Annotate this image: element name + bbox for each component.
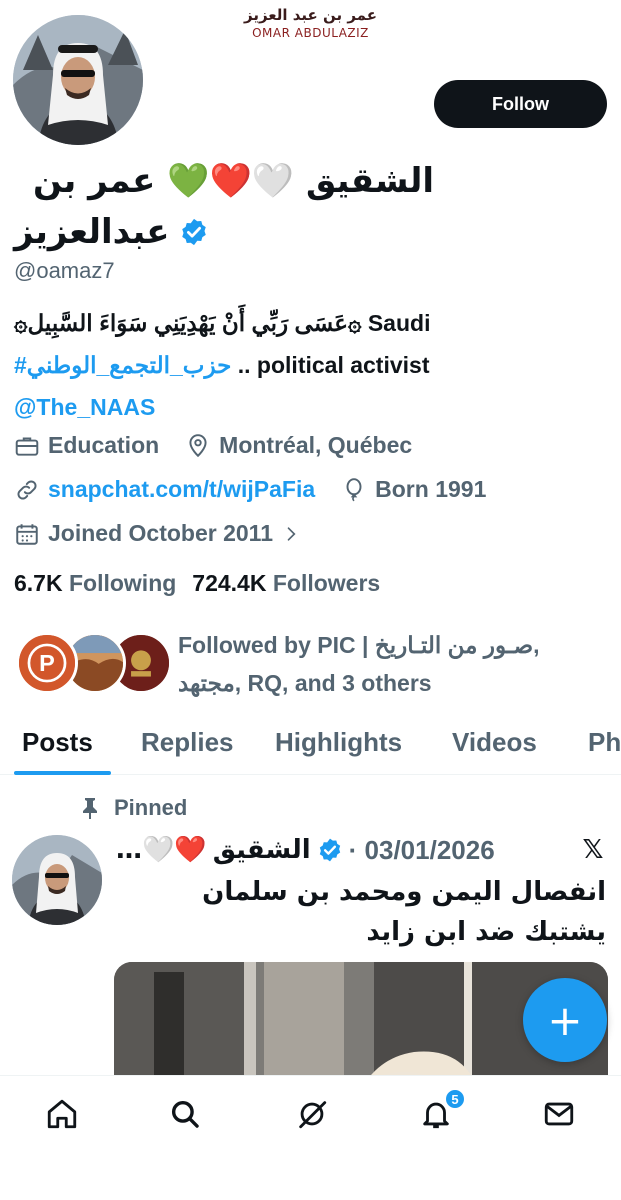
nav-home[interactable]	[42, 1094, 82, 1134]
category-label: Education	[48, 432, 160, 458]
post-author-avatar[interactable]	[12, 835, 102, 925]
born-label: Born 1991	[375, 476, 487, 502]
post-author-emoji: …🤍❤️	[116, 835, 207, 865]
post-author-name[interactable]: الشقيق	[213, 835, 311, 865]
chevron-right-icon	[287, 526, 296, 541]
tab-highlights[interactable]: Highlights	[275, 727, 402, 758]
followed-by-avatars[interactable]: P	[16, 632, 172, 696]
nav-notifications[interactable]: 5	[416, 1088, 466, 1134]
post-date[interactable]: · 03/01/2026	[349, 835, 495, 866]
followed-by-text[interactable]: Followed by PIC | صـور من التـاريخ, مجته…	[178, 626, 608, 702]
briefcase-icon	[15, 436, 39, 456]
mention-link[interactable]: @The_NAAS	[14, 386, 604, 428]
link-icon	[17, 480, 37, 499]
balloon-icon	[346, 477, 362, 501]
grok-icon	[299, 1101, 327, 1129]
verified-badge-icon	[319, 838, 340, 862]
display-name: الشقيق 🤍❤️💚 عمر بن	[32, 161, 434, 201]
bio-line: ۞عَسَى رَبِّي أَنْ يَهْدِيَنِي سَوَاءَ ا…	[14, 310, 431, 336]
followed-by-line: مجتهد, RQ, and 3 others	[178, 670, 432, 696]
hashtag-link[interactable]: #حزب_التجمع_الوطني	[14, 352, 231, 378]
website-item[interactable]: snapchat.com/t/wijPaFia	[14, 476, 315, 503]
tab-posts[interactable]: Posts	[22, 727, 93, 758]
profile-meta-row: snapchat.com/t/wijPaFia Born 1991	[14, 476, 504, 503]
home-icon	[47, 1099, 77, 1129]
following-count[interactable]: 6.7K Following	[14, 570, 176, 597]
x-logo-icon: 𝕏	[582, 835, 604, 865]
profile-handle: @oamaz7	[14, 258, 115, 283]
joined-item[interactable]: Joined October 2011	[14, 520, 301, 547]
bio-text: .. political activist	[231, 352, 430, 378]
nav-search[interactable]	[165, 1094, 205, 1134]
notification-badge: 5	[444, 1088, 466, 1110]
svg-text:P: P	[39, 650, 55, 676]
nav-grok[interactable]	[292, 1094, 332, 1134]
tab-photos[interactable]: Ph	[588, 727, 621, 758]
post-author-row[interactable]: …🤍❤️ الشقيق · 03/01/2026	[116, 835, 495, 866]
follower-avatar: P	[16, 632, 78, 694]
calendar-icon	[16, 523, 38, 545]
search-icon	[171, 1100, 199, 1128]
category-item: Education	[14, 432, 159, 459]
tab-replies[interactable]: Replies	[141, 727, 234, 758]
post-header: …🤍❤️ الشقيق · 03/01/2026 𝕏	[116, 830, 608, 870]
post-text: انفصال اليمن ومحمد بن سلمان يشتبك ضد ابن…	[202, 877, 606, 947]
website-link[interactable]: snapchat.com/t/wijPaFia	[48, 476, 315, 503]
tab-videos[interactable]: Videos	[452, 727, 537, 758]
compose-button[interactable]: +	[523, 978, 607, 1062]
follow-button[interactable]: Follow	[434, 80, 607, 128]
profile-avatar[interactable]	[8, 10, 148, 150]
bottom-navigation: 5	[0, 1075, 621, 1200]
profile-tabs: Posts Replies Highlights Videos Ph	[0, 715, 621, 775]
profile-meta-row: Education Montréal, Québec	[14, 432, 430, 459]
bio-line: #حزب_التجمع_الوطني .. political activist	[14, 344, 604, 386]
messages-icon	[544, 1102, 574, 1126]
followed-by-line: Followed by PIC | صـور من التـاريخ,	[178, 632, 540, 658]
followers-count[interactable]: 724.4K Followers	[192, 570, 380, 597]
pinned-indicator: Pinned	[80, 795, 187, 821]
active-tab-indicator	[14, 771, 111, 775]
display-name-row: عبدالعزيز	[14, 206, 209, 258]
born-item: Born 1991	[341, 476, 486, 503]
profile-bio: ۞عَسَى رَبِّي أَنْ يَهْدِيَنِي سَوَاءَ ا…	[14, 302, 604, 428]
profile-meta-row[interactable]: Joined October 2011	[14, 520, 319, 547]
verified-badge-icon[interactable]	[179, 217, 209, 247]
nav-messages[interactable]	[539, 1094, 579, 1134]
pin-icon	[83, 798, 97, 819]
location-label: Montréal, Québec	[219, 432, 413, 458]
location-pin-icon	[189, 433, 207, 457]
display-name-continued: عبدالعزيز	[14, 212, 170, 252]
joined-label: Joined October 2011	[48, 520, 273, 546]
pinned-label: Pinned	[114, 795, 188, 820]
follow-counts: 6.7K Following 724.4K Followers	[14, 570, 380, 597]
location-item: Montréal, Québec	[185, 432, 412, 459]
